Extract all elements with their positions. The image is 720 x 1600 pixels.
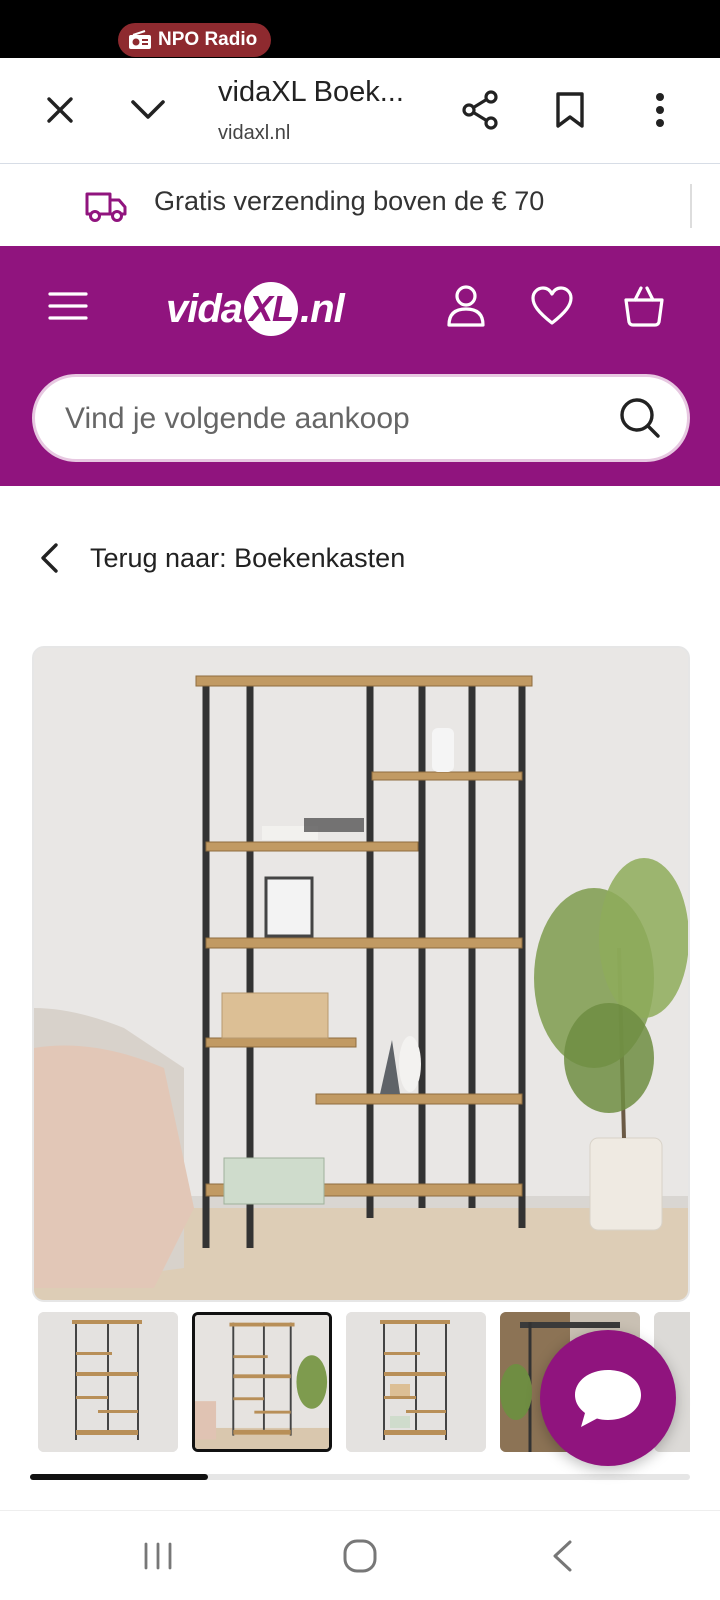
heart-icon[interactable] [522,276,582,336]
site-header: vida XL .nl [0,246,720,486]
back-to-category-link[interactable]: Terug naar: Boekenkasten [38,538,405,578]
search-icon[interactable] [613,391,667,445]
basket-icon[interactable] [614,276,674,336]
thumbnail-1[interactable] [38,1312,178,1452]
logo-prefix: vida [166,286,243,331]
share-icon[interactable] [448,78,512,142]
chat-bubble-icon [575,1370,641,1427]
thumbnail-2[interactable] [192,1312,332,1452]
shipping-promo-banner: Gratis verzending boven de € 70 [0,164,720,246]
gallery-scroll-fill [30,1474,209,1480]
back-icon[interactable] [532,1531,592,1581]
system-nav-bar [0,1510,720,1600]
bookmark-icon[interactable] [538,78,602,142]
search-bar [32,374,690,462]
page-url: vidaxl.nl [218,122,291,144]
gallery-scroll-indicator [30,1474,690,1480]
radio-label: NPO Radio [158,29,258,50]
divider [690,184,692,228]
logo-mark: XL [244,282,299,336]
product-main-image[interactable] [32,646,690,1302]
vidaxl-logo[interactable]: vida XL .nl [166,281,345,337]
close-icon[interactable] [28,78,92,142]
radio-icon [129,30,151,49]
recents-icon[interactable] [128,1531,188,1581]
hamburger-icon[interactable] [38,276,98,336]
radio-indicator[interactable]: NPO Radio [118,23,272,57]
home-icon[interactable] [330,1531,390,1581]
thumbnail-3[interactable] [346,1312,486,1452]
chevron-left-icon [41,543,58,573]
browser-toolbar: vidaXL Boek... vidaxl.nl [0,58,720,164]
truck-icon [85,192,127,222]
shipping-promo-text: Gratis verzending boven de € 70 [154,186,545,216]
page-title: vidaXL Boek... [218,76,404,108]
chat-button[interactable] [540,1330,676,1466]
search-input[interactable] [65,395,605,443]
user-icon[interactable] [436,276,496,336]
back-link-text: Terug naar: Boekenkasten [90,542,406,573]
chevron-down-icon[interactable] [116,78,180,142]
logo-suffix: .nl [300,286,345,331]
status-bar: NPO Radio [0,0,720,58]
more-vert-icon[interactable] [628,78,692,142]
